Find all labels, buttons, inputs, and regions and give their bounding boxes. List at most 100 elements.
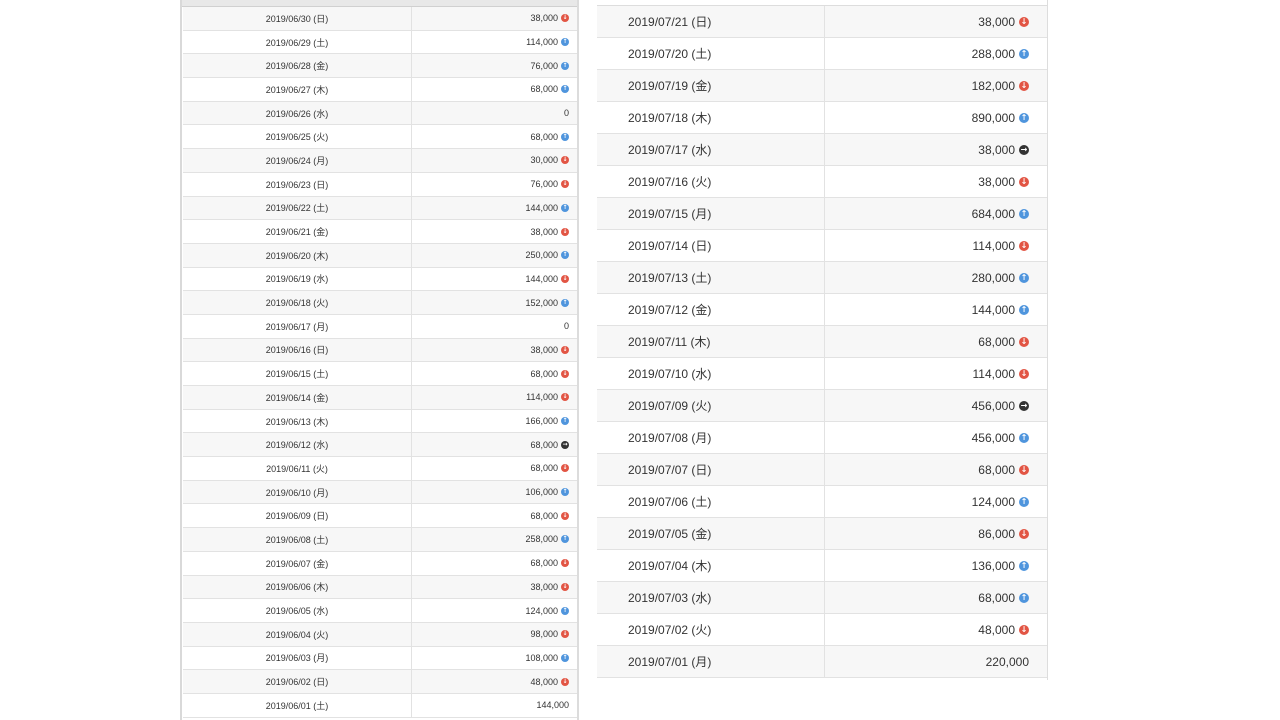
date-cell: 2019/06/24 (月) — [183, 149, 412, 172]
date-cell: 2019/06/01 (土) — [183, 693, 412, 717]
table-row: 2019/06/29 (土) 114,000 ↑ — [183, 30, 577, 55]
value-text: 456,000 — [971, 430, 1015, 445]
value-cell: 114,000 ↓ — [825, 358, 1047, 389]
value-text: 684,000 — [971, 206, 1015, 221]
value-text: 144,000 — [536, 700, 569, 711]
table-row: 2019/07/07 (日) 68,000 ↓ — [597, 454, 1047, 486]
up-arrow-icon: ↑ — [1019, 112, 1029, 123]
up-arrow-icon: ↑ — [1019, 208, 1029, 219]
value-text: 258,000 — [525, 534, 558, 545]
up-arrow-icon: ↑ — [561, 61, 569, 70]
table-row: 2019/07/21 (日) 38,000 ↓ — [597, 6, 1047, 38]
value-text: 38,000 — [530, 581, 558, 592]
table-row: 2019/06/27 (木) 68,000 ↑ — [183, 78, 577, 102]
down-arrow-icon: ↓ — [1019, 240, 1029, 251]
value-text: 182,000 — [971, 78, 1015, 93]
table-body: 2019/06/30 (日) 38,000 ↓ 2019/06/29 (土) 114,0… — [183, 7, 577, 718]
date-cell: 2019/07/13 (土) — [597, 262, 825, 293]
value-text: 68,000 — [530, 368, 558, 379]
value-cell: 38,000 ↓ — [825, 166, 1047, 197]
value-cell: 68,000 → — [412, 433, 577, 456]
date-cell: 2019/07/03 (水) — [597, 582, 825, 613]
date-cell: 2019/06/17 (月) — [183, 314, 412, 338]
down-arrow-icon: ↓ — [561, 559, 569, 568]
value-cell: 144,000 — [412, 694, 577, 717]
table-row: 2019/07/15 (月) 684,000 ↑ — [597, 198, 1047, 230]
value-cell: 0 — [412, 102, 577, 125]
date-cell: 2019/07/02 (火) — [597, 614, 825, 645]
value-cell: 48,000 ↓ — [825, 614, 1047, 645]
value-text: 250,000 — [525, 250, 558, 261]
value-text: 124,000 — [971, 494, 1015, 509]
date-cell: 2019/06/02 (日) — [183, 670, 412, 693]
table-row: 2019/06/12 (水) 68,000 → — [183, 433, 577, 458]
table-row: 2019/07/03 (水) 68,000 ↑ — [597, 582, 1047, 614]
value-text: 68,000 — [978, 590, 1015, 605]
table-row: 2019/06/21 (金) 38,000 ↓ — [183, 220, 577, 244]
value-text: 68,000 — [530, 84, 558, 95]
down-arrow-icon: ↓ — [561, 180, 569, 189]
value-cell: 68,000 ↓ — [825, 326, 1047, 357]
date-cell: 2019/06/04 (火) — [183, 622, 412, 646]
date-cell: 2019/06/27 (木) — [183, 78, 412, 101]
value-cell: 166,000 ↑ — [412, 410, 577, 433]
value-text: 106,000 — [525, 487, 558, 498]
date-cell: 2019/07/08 (月) — [597, 422, 825, 453]
value-text: 0 — [563, 108, 569, 119]
up-arrow-icon: ↑ — [561, 203, 569, 212]
date-cell: 2019/07/12 (金) — [597, 294, 825, 325]
value-text: 0 — [563, 321, 569, 332]
value-cell: 456,000 → — [825, 390, 1047, 421]
value-text: 280,000 — [971, 270, 1015, 285]
value-cell: 144,000 ↑ — [825, 294, 1047, 325]
down-arrow-icon: ↓ — [561, 14, 569, 23]
down-arrow-icon: ↓ — [1019, 368, 1029, 379]
value-cell: 124,000 ↑ — [412, 599, 577, 622]
value-text: 220,000 — [985, 654, 1029, 669]
date-cell: 2019/07/01 (月) — [597, 646, 825, 677]
value-cell: 114,000 ↓ — [825, 230, 1047, 261]
up-arrow-icon: ↑ — [561, 535, 569, 544]
value-cell: 68,000 ↓ — [412, 457, 577, 480]
down-arrow-icon: ↓ — [561, 582, 569, 591]
value-text: 124,000 — [525, 605, 558, 616]
up-arrow-icon: ↑ — [1019, 272, 1029, 283]
table-row: 2019/07/13 (土) 280,000 ↑ — [597, 262, 1047, 294]
value-cell: 68,000 ↑ — [412, 78, 577, 101]
value-cell: 182,000 ↓ — [825, 70, 1047, 101]
value-text: 68,000 — [530, 510, 558, 521]
date-cell: 2019/07/10 (水) — [597, 358, 825, 389]
down-arrow-icon: ↓ — [561, 677, 569, 686]
value-cell: 38,000 ↓ — [412, 339, 577, 362]
date-cell: 2019/06/10 (月) — [183, 480, 412, 504]
down-arrow-icon: ↓ — [1019, 464, 1029, 475]
right-arrow-icon: → — [1019, 400, 1029, 411]
table-row: 2019/06/20 (木) 250,000 ↑ — [183, 243, 577, 268]
value-text: 114,000 — [972, 238, 1016, 253]
value-cell: 250,000 ↑ — [412, 244, 577, 267]
table-row: 2019/06/02 (日) 48,000 ↓ — [183, 670, 577, 694]
table-row: 2019/07/09 (火) 456,000 → — [597, 390, 1047, 422]
date-cell: 2019/06/05 (水) — [183, 599, 412, 622]
down-arrow-icon: ↓ — [561, 369, 569, 378]
up-arrow-icon: ↑ — [561, 251, 569, 260]
date-cell: 2019/06/03 (月) — [183, 646, 412, 670]
value-cell: 0 — [412, 315, 577, 338]
date-cell: 2019/06/28 (金) — [183, 54, 412, 78]
down-arrow-icon: ↓ — [1019, 528, 1029, 539]
value-cell: 124,000 ↑ — [825, 486, 1047, 517]
table-row: 2019/07/02 (火) 48,000 ↓ — [597, 614, 1047, 646]
value-text: 144,000 — [525, 202, 558, 213]
value-text: 48,000 — [978, 622, 1015, 637]
date-cell: 2019/06/16 (日) — [183, 338, 412, 362]
date-cell: 2019/07/11 (木) — [597, 326, 825, 357]
value-cell: 890,000 ↑ — [825, 102, 1047, 133]
table-row: 2019/06/24 (月) 30,000 ↓ — [183, 149, 577, 173]
date-cell: 2019/06/06 (木) — [183, 575, 412, 599]
date-cell: 2019/07/04 (木) — [597, 550, 825, 581]
date-cell: 2019/07/15 (月) — [597, 198, 825, 229]
table-row: 2019/06/30 (日) 38,000 ↓ — [183, 7, 577, 31]
table-row: 2019/06/03 (月) 108,000 ↑ — [183, 646, 577, 671]
value-cell: 98,000 ↓ — [412, 623, 577, 646]
down-arrow-icon: ↓ — [561, 630, 569, 639]
